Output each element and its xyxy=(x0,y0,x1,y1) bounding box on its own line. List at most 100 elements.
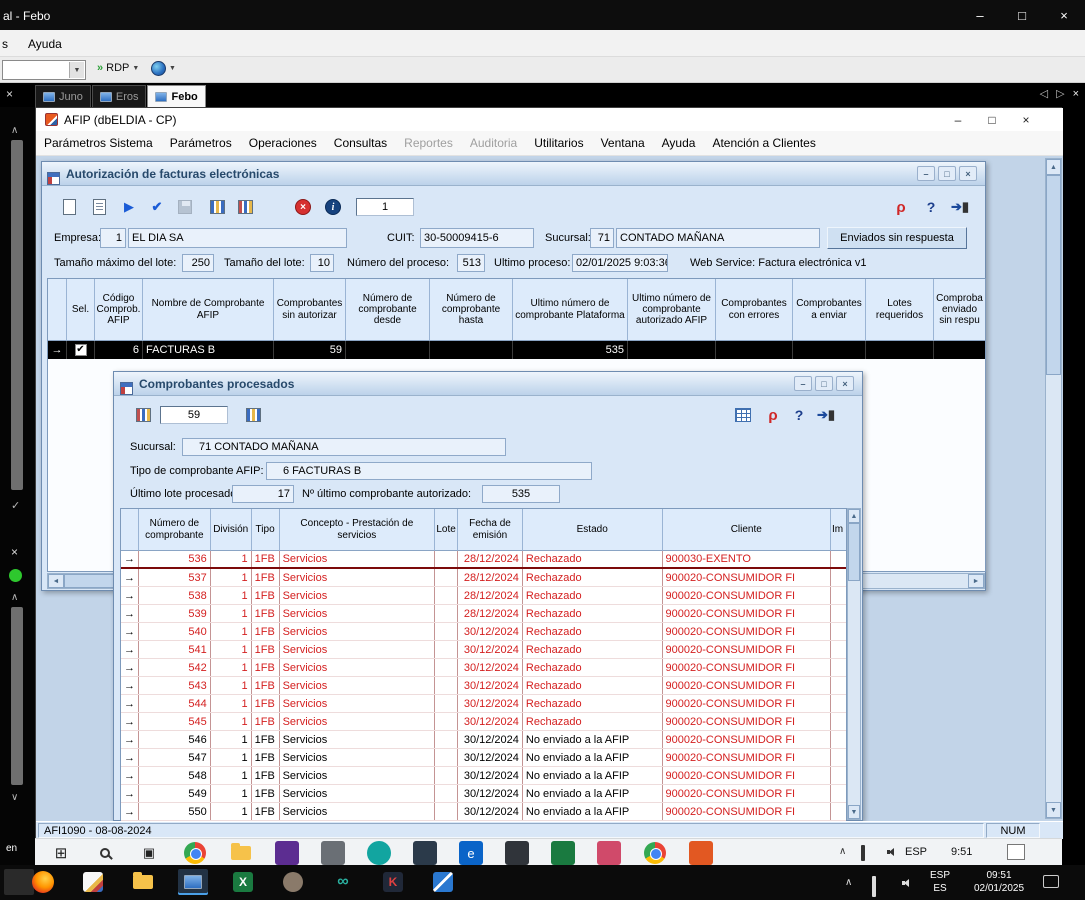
chevron-down-icon[interactable]: ∨ xyxy=(11,792,18,803)
sucursal-code-field[interactable]: 71 xyxy=(590,228,614,248)
menu-ventana[interactable]: Ventana xyxy=(601,136,645,150)
menu-ayuda[interactable]: Ayuda xyxy=(28,37,62,51)
edge-icon[interactable]: e xyxy=(459,841,483,865)
mdi-vertical-scrollbar[interactable]: ▲ ▼ xyxy=(1045,158,1062,819)
language-switcher[interactable]: ESP ES xyxy=(930,869,950,895)
paint-button[interactable] xyxy=(78,869,108,895)
tab-febo[interactable]: Febo xyxy=(147,85,205,107)
chevron-up-icon[interactable]: ∧ xyxy=(11,125,18,136)
clock[interactable]: 9:51 xyxy=(951,846,972,858)
tab-scroll-left-icon[interactable]: ◁ xyxy=(1040,87,1048,100)
ultimo-lote-field[interactable]: 17 xyxy=(232,485,294,503)
scrollbar-thumb[interactable] xyxy=(11,607,23,785)
maximize-icon[interactable]: □ xyxy=(975,108,1009,131)
rdp-manager-button[interactable] xyxy=(178,869,208,895)
columns-button[interactable] xyxy=(242,404,264,426)
properties-button[interactable] xyxy=(88,196,110,218)
modal-grid-row[interactable]: →54111FBServicios30/12/2024Rechazado9000… xyxy=(121,641,846,659)
empresa-code-field[interactable]: 1 xyxy=(100,228,126,248)
modal-grid-row[interactable]: →54211FBServicios30/12/2024Rechazado9000… xyxy=(121,659,846,677)
app-orange-icon[interactable] xyxy=(689,841,713,865)
app-purple-icon[interactable] xyxy=(275,841,299,865)
save-button[interactable] xyxy=(174,196,196,218)
tray-chevron-icon[interactable]: ∧ xyxy=(839,846,846,857)
menu-auditoria[interactable]: Auditoria xyxy=(470,136,517,150)
menu-ayuda[interactable]: Ayuda xyxy=(662,136,696,150)
app-black-icon[interactable] xyxy=(505,841,529,865)
pen-app-button[interactable] xyxy=(428,869,458,895)
close-icon[interactable]: × xyxy=(1009,108,1043,131)
auth-titlebar[interactable]: Autorización de facturas electrónicas – … xyxy=(42,162,985,186)
proceso-field[interactable]: 513 xyxy=(457,254,485,272)
modal-grid-row[interactable]: →54711FBServicios30/12/2024No enviado a … xyxy=(121,749,846,767)
app-teal-icon[interactable] xyxy=(367,841,391,865)
modal-grid-row[interactable]: →53611FBServicios28/12/2024Rechazado9000… xyxy=(121,551,846,569)
ultimo-autorizado-field[interactable]: 535 xyxy=(482,485,560,503)
network-icon[interactable] xyxy=(861,845,865,861)
spreadsheet-icon[interactable] xyxy=(551,841,575,865)
minimize-icon[interactable]: – xyxy=(959,0,1001,30)
info-button[interactable]: i xyxy=(322,196,344,218)
cuit-field[interactable]: 30-50009415-6 xyxy=(420,228,534,248)
confirm-button[interactable]: ✔ xyxy=(146,196,168,218)
table-view-button[interactable] xyxy=(732,404,754,426)
keepass-button[interactable]: K xyxy=(378,869,408,895)
search-button[interactable] xyxy=(93,843,117,863)
comprobantes-grid[interactable]: Número de comprobante División Tipo Conc… xyxy=(120,508,847,820)
afip-titlebar[interactable]: AFIP (dbELDIA - CP) – □ × xyxy=(36,108,1063,131)
modal-grid-row[interactable]: →55011FBServicios30/12/2024No enviado a … xyxy=(121,803,846,821)
scroll-up-icon[interactable]: ▲ xyxy=(1046,159,1061,175)
modal-grid-row[interactable]: →53911FBServicios28/12/2024Rechazado9000… xyxy=(121,605,846,623)
chevron-up-icon[interactable]: ∧ xyxy=(11,592,18,603)
excel-button[interactable]: X xyxy=(228,869,258,895)
panel-close-icon[interactable]: × xyxy=(11,545,18,559)
sel-checkbox[interactable]: ✔ xyxy=(75,344,87,356)
menu-operaciones[interactable]: Operaciones xyxy=(249,136,317,150)
tray-chevron-icon[interactable]: ∧ xyxy=(845,877,852,888)
close-icon[interactable]: × xyxy=(959,166,977,181)
explorer-taskbar-button[interactable] xyxy=(229,843,253,863)
tipo-comprobante-field[interactable]: 6 FACTURAS B xyxy=(266,462,592,480)
start-button[interactable]: ⊞ xyxy=(49,841,73,865)
minimize-icon[interactable]: – xyxy=(941,108,975,131)
enviados-sin-respuesta-button[interactable]: Enviados sin respuesta xyxy=(827,227,967,249)
language-indicator[interactable]: ESP xyxy=(905,846,927,858)
export-button[interactable] xyxy=(234,196,256,218)
modal-grid-row[interactable]: →54311FBServicios30/12/2024Rechazado9000… xyxy=(121,677,846,695)
rdp-button[interactable]: » RDP ▼ xyxy=(92,60,144,76)
vertical-scrollbar[interactable]: ▲ ▼ xyxy=(847,508,861,820)
ultimo-proceso-field[interactable]: 02/01/2025 9:03:36 xyxy=(572,254,668,272)
app-pink-icon[interactable] xyxy=(597,841,621,865)
menu-parametros-sistema[interactable]: Parámetros Sistema xyxy=(44,136,153,150)
empresa-name-field[interactable]: EL DIA SA xyxy=(128,228,347,248)
menu-reportes[interactable]: Reportes xyxy=(404,136,453,150)
close-icon[interactable]: × xyxy=(836,376,854,391)
scrollbar-thumb[interactable] xyxy=(1046,175,1061,375)
menu-fragment[interactable]: s xyxy=(2,37,8,51)
help-button[interactable]: ? xyxy=(920,196,942,218)
modal-grid-row[interactable]: →54611FBServicios30/12/2024No enviado a … xyxy=(121,731,846,749)
scroll-down-icon[interactable]: ▼ xyxy=(1046,802,1061,818)
scroll-right-icon[interactable]: ► xyxy=(968,574,984,588)
scrollbar-thumb[interactable] xyxy=(11,140,23,490)
run-button[interactable]: ▶ xyxy=(118,196,140,218)
clock[interactable]: 09:51 02/01/2025 xyxy=(966,869,1032,895)
procesados-titlebar[interactable]: Comprobantes procesados – □ × xyxy=(114,372,862,396)
tab-eros[interactable]: Eros xyxy=(92,85,147,107)
filter-button[interactable]: ρ xyxy=(890,196,912,218)
modal-grid-row[interactable]: →54011FBServicios30/12/2024Rechazado9000… xyxy=(121,623,846,641)
lote-max-field[interactable]: 250 xyxy=(182,254,214,272)
menu-utilitarios[interactable]: Utilitarios xyxy=(534,136,583,150)
tabbar-close-icon[interactable]: × xyxy=(1073,88,1079,100)
columns-button[interactable] xyxy=(206,196,228,218)
minimize-icon[interactable]: – xyxy=(794,376,812,391)
browser-taskbar-button[interactable] xyxy=(643,841,667,865)
filter-button[interactable]: ρ xyxy=(762,404,784,426)
scrollbar-thumb[interactable] xyxy=(64,574,116,588)
notification-center-icon[interactable] xyxy=(1007,844,1025,860)
new-button[interactable] xyxy=(58,196,80,218)
maximize-icon[interactable]: □ xyxy=(938,166,956,181)
menu-atencion-clientes[interactable]: Atención a Clientes xyxy=(712,136,815,150)
close-icon[interactable]: × xyxy=(1043,0,1085,30)
lote-field[interactable]: 10 xyxy=(310,254,334,272)
